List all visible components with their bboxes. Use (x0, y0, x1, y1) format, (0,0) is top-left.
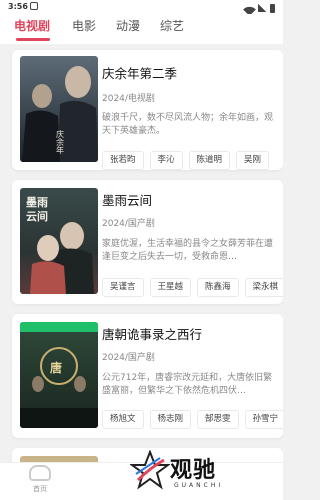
actor-tag[interactable]: 吴谨言 (102, 278, 144, 297)
nav-home[interactable]: 首页 (22, 463, 58, 494)
show-poster[interactable]: 墨雨 云间 (20, 188, 98, 294)
svg-text:庆余年: 庆余年 (56, 129, 65, 155)
tab-tv-series[interactable]: 电视剧 (14, 17, 50, 34)
actor-tag[interactable]: 陈鑫海 (197, 278, 239, 297)
tab-anime[interactable]: 动漫 (116, 17, 140, 34)
svg-text:唐: 唐 (50, 360, 62, 375)
show-title[interactable]: 墨雨云间 (102, 190, 152, 209)
status-time: 3:56 (8, 2, 28, 11)
show-list: 庆余年 庆余年第二季 2024/电视剧 破浪千尺，数不尽风流人物；余年如画，观天… (0, 44, 283, 462)
logo-subtext: GUANCHI (174, 482, 224, 489)
active-tab-indicator (16, 38, 50, 41)
poster-image: 庆余年 (20, 56, 98, 162)
show-poster[interactable]: 唐 (20, 322, 98, 428)
notification-icon (30, 2, 38, 10)
actor-list: 吴谨言 王星越 陈鑫海 梁永棋 (102, 278, 283, 297)
home-icon (29, 465, 51, 481)
show-description: 家庭优渥，生活幸福的县令之女薛芳菲在遭逢巨变之后失去一切，受救命恩… (102, 239, 274, 262)
nav-home-label: 首页 (33, 485, 47, 493)
watermark-logo: 观驰 GUANCHI (128, 448, 248, 498)
poster-image: 唐 (20, 322, 98, 428)
actor-tag[interactable]: 王星越 (149, 278, 192, 297)
poster-image: 墨雨 云间 (20, 188, 98, 294)
actor-tag[interactable]: 张若昀 (102, 151, 144, 170)
svg-text:云间: 云间 (26, 210, 48, 223)
signal-icon (258, 4, 266, 12)
status-bar: 3:56 (0, 0, 283, 16)
category-tabs: 电视剧 电影 动漫 综艺 (0, 14, 283, 44)
actor-tag[interactable]: 孙雪宁 (244, 410, 283, 429)
show-meta: 2024/国产剧 (102, 353, 155, 363)
actor-tag[interactable]: 李沁 (149, 151, 183, 170)
actor-tag[interactable]: 吴刚 (236, 151, 270, 170)
actor-tag[interactable]: 郜思雯 (197, 410, 239, 429)
show-meta: 2024/国产剧 (102, 219, 155, 229)
battery-icon (270, 3, 275, 13)
show-title[interactable]: 庆余年第二季 (102, 63, 177, 82)
actor-tag[interactable]: 梁永棋 (244, 278, 283, 297)
actor-list: 杨旭文 杨志刚 郜思雯 孙雪宁 (102, 410, 283, 429)
svg-text:墨雨: 墨雨 (26, 196, 48, 209)
status-icons (243, 2, 275, 16)
show-description: 公元712年，唐睿宗改元延和，大唐依旧繁盛富丽，但繁华之下依然危机四伏… (102, 373, 273, 396)
show-card[interactable]: 唐 唐朝诡事录之西行 2024/国产剧 公元712年，唐睿宗改元延和，大唐依旧繁… (12, 314, 283, 438)
logo-text: 观驰 (170, 458, 217, 483)
star-logo-icon (130, 450, 170, 490)
show-title[interactable]: 唐朝诡事录之西行 (102, 324, 202, 343)
actor-list: 张若昀 李沁 陈道明 吴刚 (102, 151, 270, 170)
show-description: 破浪千尺，数不尽风流人物；余年如画，观天下英雄豪杰。 (102, 113, 274, 136)
show-card[interactable]: 墨雨 云间 墨雨云间 2024/国产剧 家庭优渥，生活幸福的县令之女薛芳菲在遭逢… (12, 180, 283, 304)
show-meta: 2024/电视剧 (102, 94, 155, 104)
actor-tag[interactable]: 陈道明 (188, 151, 231, 170)
actor-tag[interactable]: 杨旭文 (102, 410, 144, 429)
tab-movies[interactable]: 电影 (72, 17, 96, 34)
actor-tag[interactable]: 杨志刚 (149, 410, 192, 429)
show-card[interactable]: 庆余年 庆余年第二季 2024/电视剧 破浪千尺，数不尽风流人物；余年如画，观天… (12, 50, 283, 170)
tab-variety[interactable]: 综艺 (160, 17, 184, 34)
show-poster[interactable]: 庆余年 (20, 56, 98, 162)
